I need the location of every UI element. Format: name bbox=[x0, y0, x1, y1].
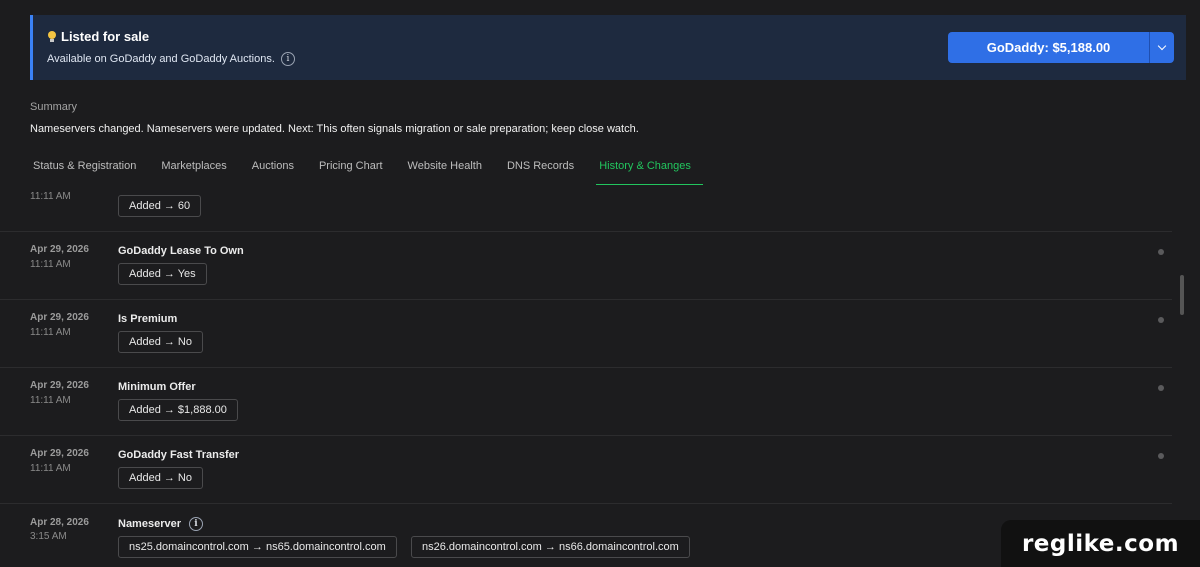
summary-text: Nameservers changed. Nameservers were up… bbox=[30, 123, 639, 135]
history-date: Apr 28, 2026 bbox=[30, 517, 89, 528]
lightbulb-icon bbox=[47, 30, 57, 43]
history-field-label: GoDaddy Lease To Own bbox=[118, 245, 244, 257]
banner-subtitle-text: Available on GoDaddy and GoDaddy Auction… bbox=[47, 53, 275, 65]
history-row: Apr 29, 2026 11:11 AM GoDaddy Fast Trans… bbox=[0, 436, 1172, 504]
change-chip: ns25.domaincontrol.com → ns65.domaincont… bbox=[118, 536, 397, 558]
history-time: 11:11 AM bbox=[30, 463, 71, 474]
history-time: 11:11 AM bbox=[30, 191, 71, 202]
history-field: GoDaddy Lease To Own bbox=[118, 245, 244, 257]
history-field-label: Is Premium bbox=[118, 313, 178, 325]
tab-bar: Status & Registration Marketplaces Aucti… bbox=[30, 150, 713, 185]
tab-status-registration[interactable]: Status & Registration bbox=[30, 150, 148, 185]
scrollbar-thumb[interactable] bbox=[1180, 275, 1184, 315]
tab-dns-records[interactable]: DNS Records bbox=[504, 150, 586, 185]
history-date: Apr 29, 2026 bbox=[30, 448, 89, 459]
history-row: Apr 29, 2026 11:11 AM Is Premium Added →… bbox=[0, 300, 1172, 368]
status-dot bbox=[1158, 453, 1164, 459]
change-chip: Added → $1,888.00 bbox=[118, 399, 238, 421]
change-chip: Added → No bbox=[118, 467, 203, 489]
history-date: Apr 29, 2026 bbox=[30, 380, 89, 391]
info-icon[interactable]: i bbox=[280, 52, 295, 66]
history-field: Nameserver i bbox=[118, 517, 203, 531]
status-dot bbox=[1158, 317, 1164, 323]
history-time: 11:11 AM bbox=[30, 259, 71, 270]
chevron-down-icon bbox=[1157, 41, 1167, 51]
history-field-label: Nameserver bbox=[118, 518, 181, 530]
tab-history-changes[interactable]: History & Changes bbox=[596, 150, 703, 185]
history-date: Apr 29, 2026 bbox=[30, 312, 89, 323]
summary-label: Summary bbox=[30, 101, 78, 113]
history-field: Minimum Offer bbox=[118, 381, 196, 393]
change-chip: ns26.domaincontrol.com → ns66.domaincont… bbox=[411, 536, 690, 558]
tab-website-health[interactable]: Website Health bbox=[405, 150, 494, 185]
change-chip: Added → Yes bbox=[118, 263, 207, 285]
status-dot bbox=[1158, 385, 1164, 391]
watermark-logo: reglike.com bbox=[1001, 520, 1200, 567]
banner-subtitle: Available on GoDaddy and GoDaddy Auction… bbox=[47, 52, 295, 66]
buy-button-group: GoDaddy: $5,188.00 bbox=[948, 32, 1174, 63]
change-chip: Added → No bbox=[118, 331, 203, 353]
banner-title-text: Listed for sale bbox=[61, 29, 150, 44]
banner-title: Listed for sale bbox=[47, 29, 149, 44]
info-icon[interactable]: i bbox=[189, 517, 203, 531]
listing-banner: Listed for sale Available on GoDaddy and… bbox=[30, 15, 1186, 80]
tab-auctions[interactable]: Auctions bbox=[249, 150, 306, 185]
history-row: 11:11 AM Added → 60 bbox=[0, 185, 1172, 232]
history-row: Apr 28, 2026 3:15 AM Nameserver i ns25.d… bbox=[0, 504, 1172, 567]
history-time: 3:15 AM bbox=[30, 531, 67, 542]
history-row: Apr 29, 2026 11:11 AM GoDaddy Lease To O… bbox=[0, 232, 1172, 300]
history-field-label: Minimum Offer bbox=[118, 381, 196, 393]
tab-marketplaces[interactable]: Marketplaces bbox=[158, 150, 238, 185]
history-field: Is Premium bbox=[118, 313, 177, 325]
buy-godaddy-button[interactable]: GoDaddy: $5,188.00 bbox=[948, 32, 1149, 63]
status-dot bbox=[1158, 249, 1164, 255]
history-list: 11:11 AM Added → 60 Apr 29, 2026 11:11 A… bbox=[0, 185, 1172, 567]
change-chip: Added → 60 bbox=[118, 195, 202, 217]
history-time: 11:11 AM bbox=[30, 327, 71, 338]
tab-pricing-chart[interactable]: Pricing Chart bbox=[316, 150, 395, 185]
history-time: 11:11 AM bbox=[30, 395, 71, 406]
buy-options-dropdown[interactable] bbox=[1149, 32, 1174, 63]
history-field-label: GoDaddy Fast Transfer bbox=[118, 449, 240, 461]
history-field: GoDaddy Fast Transfer bbox=[118, 449, 239, 461]
history-row: Apr 29, 2026 11:11 AM Minimum Offer Adde… bbox=[0, 368, 1172, 436]
history-date: Apr 29, 2026 bbox=[30, 244, 89, 255]
